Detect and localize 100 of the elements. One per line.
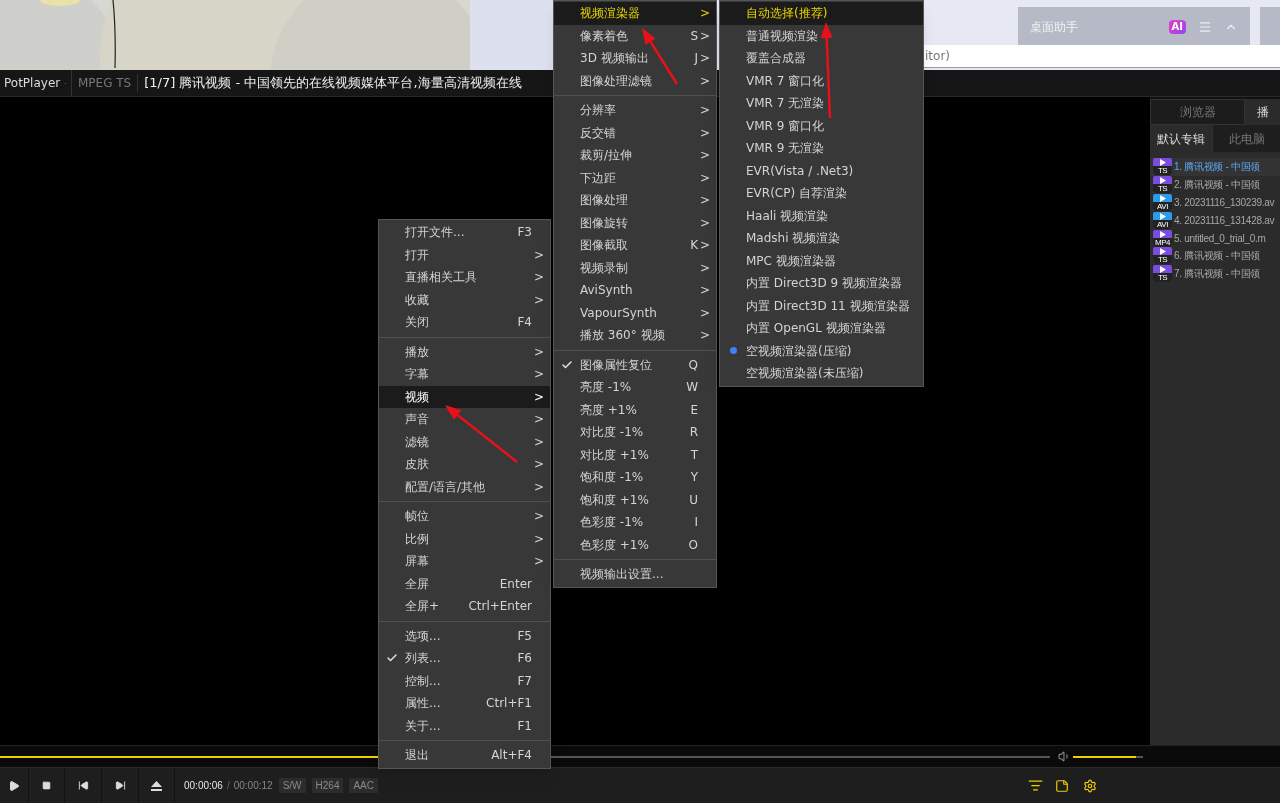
menu-item[interactable]: 全屏 Enter (379, 572, 550, 595)
menu-item[interactable]: VMR 7 窗口化 (720, 69, 923, 92)
playlist-item[interactable]: MP4 5. untitled_0_trial_0.m (1150, 229, 1280, 247)
menu-item[interactable]: 滤镜 > (379, 430, 550, 453)
menu-item[interactable]: 属性... Ctrl+F1 (379, 692, 550, 715)
settings-icon[interactable] (1083, 778, 1097, 793)
playlist-item[interactable]: TS 2. 腾讯视频 - 中国领 (1150, 175, 1280, 194)
menu-item[interactable]: 配置/语言/其他 > (379, 475, 550, 498)
menu-item[interactable]: 覆盖合成器 (720, 47, 923, 70)
video-title: [1/7] 腾讯视频 - 中国领先的在线视频媒体平台,海量高清视频在线 (143, 74, 522, 93)
volume-slider[interactable] (1073, 755, 1143, 758)
menu-item[interactable]: 对比度 +1% T (554, 443, 716, 466)
eject-icon (151, 780, 162, 791)
menu-item[interactable]: 空视频渲染器(未压缩) (720, 362, 923, 385)
menu-item[interactable]: 皮肤 > (379, 453, 550, 476)
stop-icon (42, 781, 51, 790)
next-icon (114, 780, 126, 791)
menu-item[interactable]: 普通视频渲染 (720, 24, 923, 47)
time-separator: / (226, 779, 230, 793)
menu-item[interactable]: 比例 > (379, 527, 550, 550)
widget-panel (1260, 7, 1280, 47)
menu-item[interactable]: 内置 Direct3D 9 视频渲染器 (720, 272, 923, 295)
file-type-icon: TS (1153, 247, 1172, 265)
playlist-item[interactable]: TS 7. 腾讯视频 - 中国领 (1150, 264, 1280, 283)
menu-item[interactable]: 视频 > (379, 385, 550, 408)
menu-item[interactable]: 视频录制 > (554, 256, 716, 279)
menu-item[interactable]: 声音 > (379, 408, 550, 431)
menu-item[interactable]: EVR(CP) 自荐渲染 (720, 182, 923, 205)
panel-subtab[interactable]: 默认专辑 (1150, 125, 1212, 152)
panel-tab[interactable]: 播 (1245, 99, 1280, 125)
menu-item[interactable]: 字幕 > (379, 363, 550, 386)
menu-item[interactable]: 关闭 F4 (379, 311, 550, 334)
menu-item[interactable]: 饱和度 -1% Y (554, 466, 716, 489)
menu-item[interactable]: Madshi 视频渲染 (720, 227, 923, 250)
menu-item[interactable]: 亮度 -1% W (554, 376, 716, 399)
menu-item[interactable]: 反交错 > (554, 121, 716, 144)
file-type-icon: TS (1153, 176, 1172, 194)
menu-item[interactable]: 视频渲染器 > (554, 2, 716, 25)
menu-item[interactable]: 色彩度 +1% O (554, 533, 716, 556)
playlist-item[interactable]: AVI 3. 20231116_130239.av (1150, 193, 1280, 212)
menu-item[interactable]: AviSynth > (554, 279, 716, 302)
menu-item[interactable]: 亮度 +1% E (554, 398, 716, 421)
menu-item[interactable]: 播放 360° 视频 > (554, 324, 716, 347)
menu-item[interactable]: 全屏+ Ctrl+Enter (379, 595, 550, 618)
app-menu-button[interactable]: PotPlayer (0, 70, 72, 96)
menu-item[interactable]: 对比度 -1% R (554, 421, 716, 444)
notes-icon[interactable] (1055, 778, 1069, 793)
address-text: itor) (925, 48, 950, 65)
menu-item[interactable]: 分辨率 > (554, 99, 716, 122)
menu-item[interactable]: 帧位 > (379, 505, 550, 528)
playlist-item[interactable]: AVI 4. 20231116_131428.av (1150, 211, 1280, 230)
codec-badge: AAC (349, 778, 378, 793)
menu-item[interactable]: 饱和度 +1% U (554, 488, 716, 511)
menu-item[interactable]: 图像处理滤镜 > (554, 69, 716, 92)
menu-item[interactable]: VapourSynth > (554, 301, 716, 324)
file-type-icon: TS (1153, 265, 1172, 283)
menu-item[interactable]: 选项... F5 (379, 624, 550, 647)
menu-item[interactable]: 下边距 > (554, 166, 716, 189)
file-type-icon: MP4 (1153, 229, 1172, 247)
menu-item[interactable]: VMR 9 无渲染 (720, 137, 923, 160)
menu-item[interactable]: 自动选择(推荐) (720, 2, 923, 25)
elapsed-time: 00:00:06 (184, 779, 223, 793)
menu-item[interactable]: Haali 视频渲染 (720, 204, 923, 227)
menu-item[interactable]: 打开文件... F3 (379, 221, 550, 244)
menu-item[interactable]: 3D 视频输出 J > (554, 47, 716, 70)
menu-item[interactable]: 内置 OpenGL 视频渲染器 (720, 317, 923, 340)
playlist-item[interactable]: TS 6. 腾讯视频 - 中国领 (1150, 247, 1280, 265)
menu-item[interactable]: VMR 7 无渲染 (720, 92, 923, 115)
menu-item[interactable]: 屏幕 > (379, 550, 550, 573)
menu-item[interactable]: 色彩度 -1% I (554, 511, 716, 534)
menu-item[interactable]: 控制... F7 (379, 669, 550, 692)
menu-item[interactable]: EVR(Vista / .Net3) (720, 159, 923, 182)
panel-tab[interactable]: 浏览器 (1150, 99, 1245, 125)
check-icon (561, 358, 573, 371)
menu-item[interactable]: VMR 9 窗口化 (720, 114, 923, 137)
menu-item[interactable]: 裁剪/拉伸 > (554, 144, 716, 167)
menu-item[interactable]: 图像旋转 > (554, 211, 716, 234)
menu-item[interactable]: 关于... F1 (379, 714, 550, 737)
menu-item[interactable]: 播放 > (379, 340, 550, 363)
menu-item[interactable]: 内置 Direct3D 11 视频渲染器 (720, 294, 923, 317)
menu-item[interactable]: 退出 Alt+F4 (379, 744, 550, 767)
menu-item[interactable]: 视频输出设置... (554, 563, 716, 586)
menu-item[interactable]: 图像截取 K > (554, 234, 716, 257)
menu-item[interactable]: 直播相关工具 > (379, 266, 550, 289)
menu-item[interactable]: 列表... F6 (379, 647, 550, 670)
file-type-icon: AVI (1153, 194, 1172, 211)
menu-item[interactable]: 图像处理 > (554, 189, 716, 212)
menu-item[interactable]: 像素着色 S > (554, 24, 716, 47)
menu-item[interactable]: 空视频渲染器(压缩) (720, 339, 923, 362)
codec-badge: S/W (278, 778, 306, 793)
menu-item[interactable]: 收藏 > (379, 288, 550, 311)
previous-icon (77, 780, 89, 791)
file-type-icon: TS (1153, 158, 1172, 176)
play-icon (8, 779, 20, 792)
playlist-item[interactable]: TS 1. 腾讯视频 - 中国领 (1150, 158, 1280, 176)
menu-item[interactable]: 打开 > (379, 243, 550, 266)
volume-icon[interactable] (1058, 750, 1071, 763)
menu-item[interactable]: 图像属性复位 Q (554, 353, 716, 376)
menu-item[interactable]: MPC 视频渲染器 (720, 249, 923, 272)
ai-badge: AI (1168, 20, 1186, 34)
